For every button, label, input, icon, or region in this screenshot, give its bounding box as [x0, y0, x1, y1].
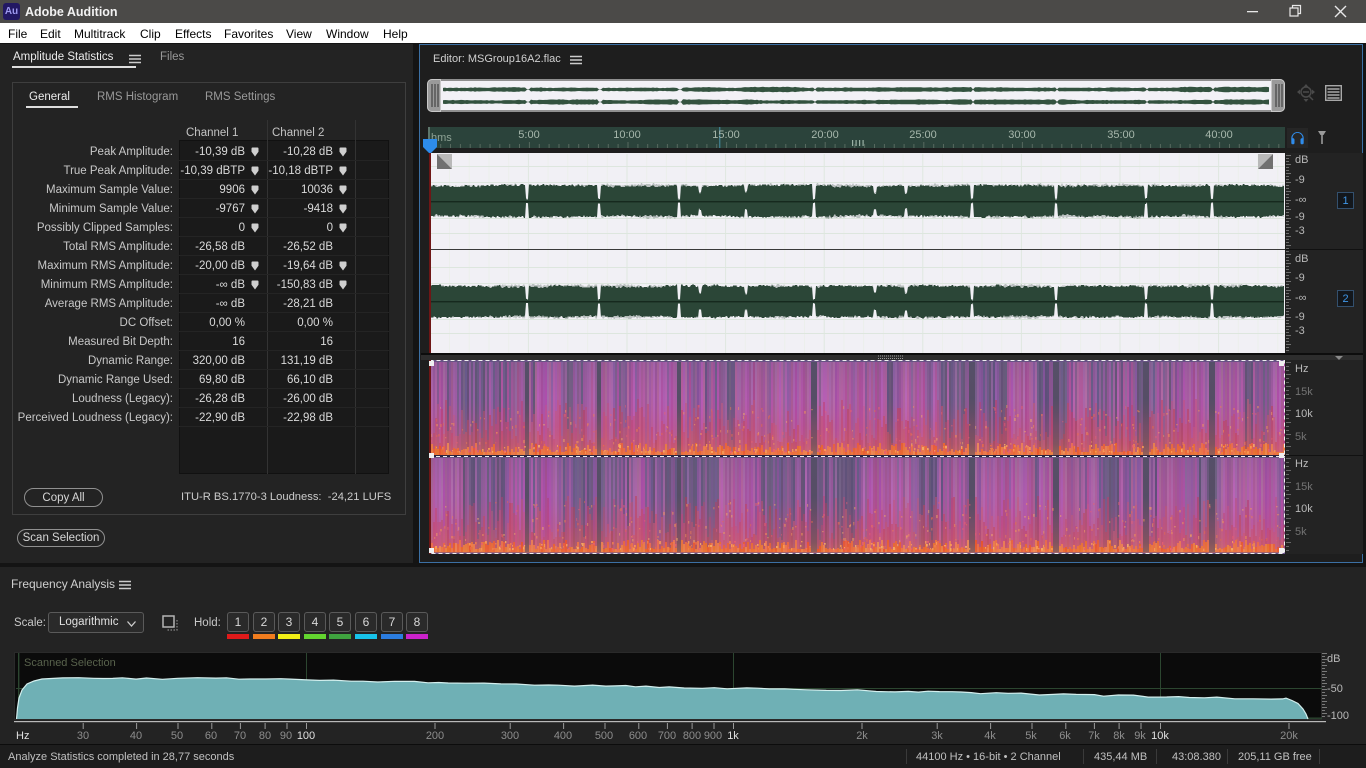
svg-text:Scanned Selection: Scanned Selection: [24, 657, 116, 669]
svg-text:-100: -100: [1327, 710, 1349, 722]
svg-text:-50: -50: [1327, 683, 1343, 695]
svg-text:dB: dB: [1327, 653, 1340, 665]
